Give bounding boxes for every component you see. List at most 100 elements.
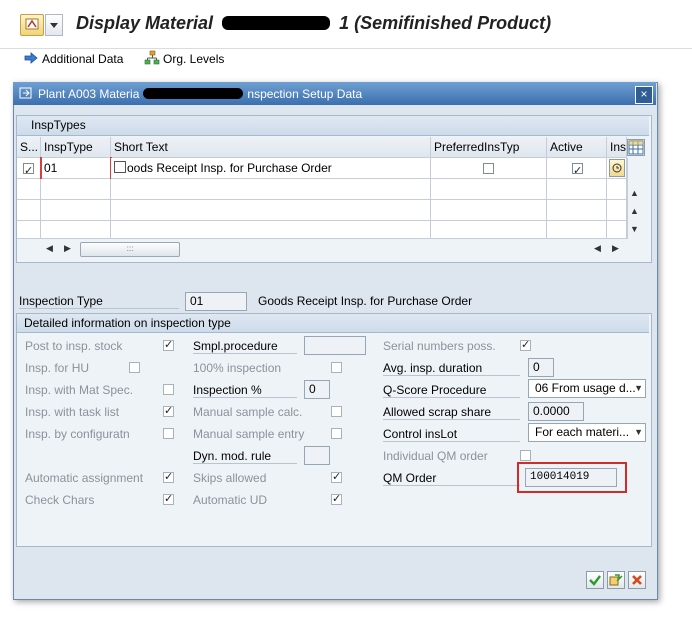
table-row-empty xyxy=(17,221,41,239)
table-row-empty xyxy=(17,179,41,200)
skips-allowed-label: Skips allowed xyxy=(193,471,267,485)
chevron-down-icon[interactable]: ▼ xyxy=(634,424,643,441)
scroll-right-icon[interactable]: ▶ xyxy=(64,243,71,254)
serial-numbers-label: Serial numbers poss. xyxy=(383,339,496,353)
scroll-right-end-icon[interactable]: ▶ xyxy=(612,243,619,254)
table-row-empty xyxy=(607,221,627,239)
window-title-prefix: Display Material xyxy=(76,13,214,33)
manual-sample-entry-label: Manual sample entry xyxy=(193,427,305,441)
qscore-procedure-value: 06 From usage d... xyxy=(535,381,636,395)
scroll-top-icon[interactable]: ▲ xyxy=(630,188,639,198)
table-row-empty xyxy=(111,200,431,221)
dyn-mod-rule-field xyxy=(304,446,330,465)
copy-button[interactable] xyxy=(607,571,625,589)
col-header-insptype[interactable]: InspType xyxy=(41,137,111,158)
inspection-type-label: Inspection Type xyxy=(19,294,179,309)
horizontal-scroll-thumb[interactable]: ::: xyxy=(80,242,180,257)
table-row-empty xyxy=(431,200,547,221)
table-row-select-cell[interactable] xyxy=(17,158,41,179)
control-inslot-value: For each materi... xyxy=(535,425,630,439)
automatic-assignment-checkbox xyxy=(163,470,174,483)
insp-for-hu-checkbox xyxy=(129,362,140,373)
insp-for-hu-label: Insp. for HU xyxy=(25,361,90,375)
table-row-empty xyxy=(431,179,547,200)
table-row-empty xyxy=(111,221,431,239)
insp-mat-spec-label: Insp. with Mat Spec. xyxy=(25,383,134,397)
individual-qm-order-checkbox xyxy=(520,450,531,461)
close-button[interactable]: × xyxy=(635,86,653,104)
table-cell-active[interactable] xyxy=(547,158,607,179)
table-cell-short-text: oods Receipt Insp. for Purchase Order xyxy=(111,158,431,179)
redacted-block xyxy=(222,16,331,30)
dialog-title: Plant A003 Materia nspection Setup Data xyxy=(38,87,362,101)
table-row-empty xyxy=(547,179,607,200)
inspection-pct-label: Inspection % xyxy=(193,383,297,398)
inspection-type-field: 01 xyxy=(185,292,247,311)
manual-sample-calc-checkbox xyxy=(331,406,342,417)
org-levels-icon[interactable] xyxy=(144,50,160,66)
chevron-down-icon[interactable]: ▼ xyxy=(634,380,643,397)
insp-by-config-label: Insp. by configuratn xyxy=(25,427,130,441)
col-header-preferred[interactable]: PreferredInsTyp xyxy=(431,137,547,158)
insp-task-list-label: Insp. with task list xyxy=(25,405,120,419)
check-chars-checkbox xyxy=(163,492,174,505)
table-row-empty xyxy=(547,200,607,221)
pct-inspection-checkbox xyxy=(331,362,342,373)
skips-allowed-checkbox xyxy=(331,470,342,483)
table-row-empty xyxy=(41,221,111,239)
table-row-empty xyxy=(41,179,111,200)
dialog-window-icon xyxy=(19,87,33,100)
active-checkbox[interactable] xyxy=(572,161,583,178)
additional-data-button[interactable]: Additional Data xyxy=(42,52,123,66)
col-header-short-text[interactable]: Short Text xyxy=(111,137,431,158)
smpl-procedure-label: Smpl.procedure xyxy=(193,339,297,354)
scroll-left-icon[interactable]: ◀ xyxy=(46,243,53,254)
cell-focus-marker xyxy=(40,157,112,179)
row-select-checkbox[interactable] xyxy=(23,161,34,178)
manual-sample-entry-checkbox xyxy=(331,428,342,439)
serial-numbers-checkbox xyxy=(520,338,531,351)
col-header-active[interactable]: Active xyxy=(547,137,607,158)
individual-qm-order-label: Individual QM order xyxy=(383,449,488,463)
cancel-button[interactable] xyxy=(628,571,646,589)
arrow-right-icon[interactable] xyxy=(24,51,38,65)
insp-types-header: InspTypes xyxy=(17,116,649,136)
table-row-empty xyxy=(607,200,627,221)
menu-dropdown-icon[interactable] xyxy=(45,14,63,36)
check-chars-label: Check Chars xyxy=(25,493,95,507)
qscore-procedure-select[interactable]: 06 From usage d... ▼ xyxy=(528,379,646,398)
control-inslot-label: Control insLot xyxy=(383,427,520,442)
post-to-insp-stock-checkbox xyxy=(163,338,174,351)
automatic-assignment-label: Automatic assignment xyxy=(25,471,144,485)
table-cell-preferred[interactable] xyxy=(431,158,547,179)
allowed-scrap-label: Allowed scrap share xyxy=(383,405,520,420)
copy-icon xyxy=(114,161,126,173)
preferred-checkbox[interactable] xyxy=(483,163,494,174)
menu-icon[interactable] xyxy=(20,14,44,36)
scroll-up-icon[interactable]: ▲ xyxy=(630,206,639,216)
column-settings-icon[interactable] xyxy=(627,139,645,156)
details-icon[interactable] xyxy=(609,159,625,177)
avg-duration-label: Avg. insp. duration xyxy=(383,361,520,376)
window-title-suffix: 1 (Semifinished Product) xyxy=(339,13,552,33)
redacted-block xyxy=(143,88,244,99)
qscore-procedure-label: Q-Score Procedure xyxy=(383,383,520,398)
table-row-empty xyxy=(111,179,431,200)
insp-task-list-checkbox xyxy=(163,404,174,417)
automatic-ud-label: Automatic UD xyxy=(193,493,268,507)
allowed-scrap-field: 0.0000 xyxy=(528,402,584,421)
table-cell-ins[interactable] xyxy=(607,158,627,179)
col-header-ins[interactable]: Ins xyxy=(607,137,627,158)
confirm-button[interactable] xyxy=(586,571,604,589)
table-row-empty xyxy=(41,200,111,221)
org-levels-button[interactable]: Org. Levels xyxy=(163,52,224,66)
insp-by-config-checkbox xyxy=(163,428,174,439)
manual-sample-calc-label: Manual sample calc. xyxy=(193,405,303,419)
col-header-select[interactable]: S... xyxy=(17,137,41,158)
scroll-left-end-icon[interactable]: ◀ xyxy=(594,243,601,254)
window-title: Display Material 1 (Semifinished Product… xyxy=(76,13,551,34)
scroll-down-icon[interactable]: ▼ xyxy=(630,224,639,234)
control-inslot-select[interactable]: For each materi... ▼ xyxy=(528,423,646,442)
insp-types-title: InspTypes xyxy=(31,118,86,132)
table-row-empty xyxy=(431,221,547,239)
